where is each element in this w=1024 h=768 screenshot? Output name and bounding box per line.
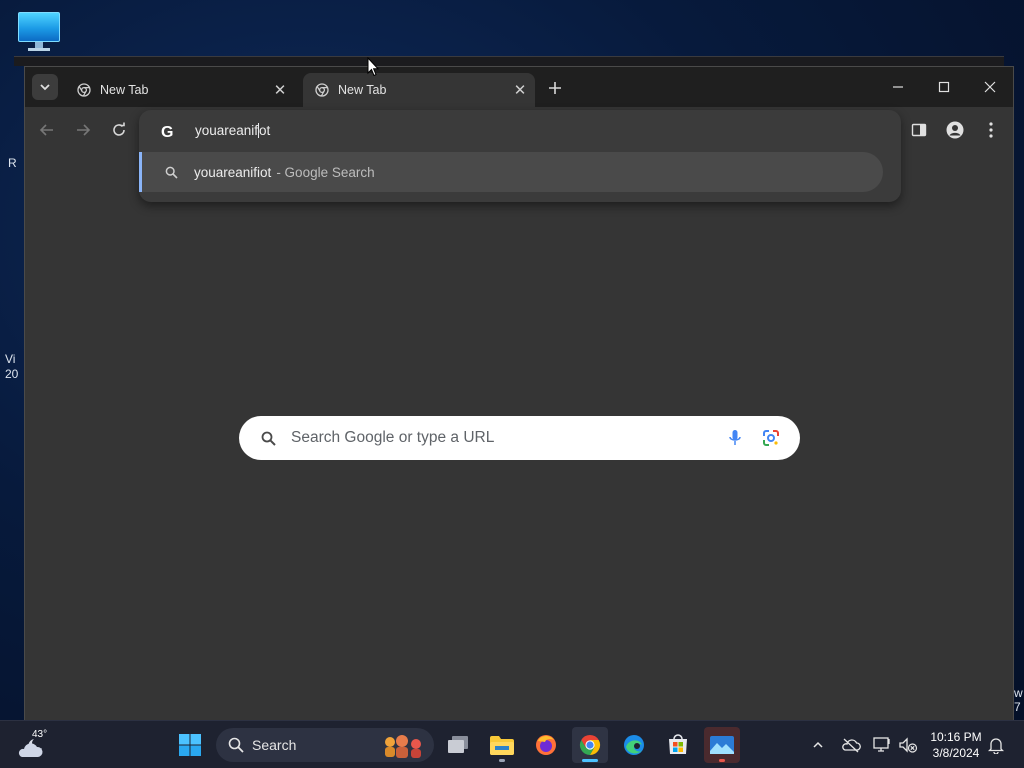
omnibox-suggestion-google-search[interactable]: youareanifiot - Google Search	[139, 152, 883, 192]
back-button[interactable]	[35, 118, 59, 142]
reload-button[interactable]	[107, 118, 131, 142]
show-hidden-icons-button[interactable]	[806, 733, 830, 757]
start-button[interactable]	[172, 727, 208, 763]
chrome-icon	[579, 734, 601, 756]
microphone-icon[interactable]	[724, 427, 746, 449]
task-view-icon	[448, 736, 468, 753]
chrome-favicon-icon	[315, 83, 329, 97]
tab-title: New Tab	[100, 83, 149, 97]
photos-icon	[710, 736, 734, 754]
desktop-clipped-text-2: Vi	[5, 352, 16, 366]
close-window-button[interactable]	[967, 67, 1013, 107]
monitor-network-icon	[873, 737, 890, 752]
onedrive-tray-icon[interactable]	[839, 733, 863, 757]
desktop-clipped-text-4: w	[1014, 686, 1023, 700]
maximize-button[interactable]	[921, 67, 967, 107]
close-tab-icon[interactable]: ✕	[511, 81, 529, 99]
taskbar-search-box[interactable]: Search	[216, 728, 434, 762]
taskbar-search-label: Search	[252, 737, 297, 753]
arrow-left-icon	[39, 124, 53, 136]
firefox-button[interactable]	[528, 727, 564, 763]
profile-button[interactable]	[943, 118, 967, 142]
google-lens-icon[interactable]	[760, 427, 782, 449]
desktop-clipped-text-3: 20	[5, 367, 19, 381]
plus-icon	[549, 82, 561, 94]
chevron-up-icon	[813, 741, 823, 748]
desktop-clipped-text-1: R	[8, 156, 17, 170]
side-panel-icon	[911, 123, 927, 137]
tab-strip: New Tab ✕ New Tab ✕	[25, 67, 1013, 107]
tab-search-button[interactable]	[32, 74, 58, 100]
cloud-offline-icon	[842, 738, 861, 753]
tab-title: New Tab	[338, 83, 387, 97]
this-pc-desktop-icon[interactable]	[16, 10, 62, 52]
store-icon	[669, 734, 687, 754]
google-g-icon: G	[161, 124, 174, 141]
running-indicator	[719, 759, 725, 762]
weather-temperature: 43°	[32, 729, 48, 740]
arrow-right-icon	[77, 124, 91, 136]
side-panel-button[interactable]	[907, 118, 931, 142]
search-icon	[259, 429, 277, 447]
search-highlight-people-icon	[385, 735, 421, 758]
edge-button[interactable]	[616, 727, 652, 763]
chrome-menu-button[interactable]	[979, 118, 1003, 142]
running-indicator	[499, 759, 505, 762]
forward-button[interactable]	[71, 118, 95, 142]
notifications-button[interactable]	[984, 733, 1008, 757]
taskbar-clock[interactable]: 10:16 PM 3/8/2024	[924, 729, 988, 761]
windows-logo-icon	[179, 734, 201, 756]
clock-time: 10:16 PM	[930, 730, 982, 744]
omnibox-dropdown: G youareanifot youareanifiot - Google Se…	[139, 110, 901, 202]
chrome-favicon-icon	[77, 83, 91, 97]
desktop-clipped-text-5: 7	[1014, 700, 1021, 714]
chevron-down-icon	[40, 84, 50, 91]
profile-icon	[946, 121, 964, 139]
network-tray-icon[interactable]	[870, 733, 894, 757]
clock-date: 3/8/2024	[932, 746, 980, 760]
chrome-window: New Tab ✕ New Tab ✕ G youareanifot youar…	[24, 66, 1014, 721]
chrome-button[interactable]	[572, 727, 608, 763]
close-icon	[984, 81, 996, 93]
minimize-button[interactable]	[875, 67, 921, 107]
new-tab-button[interactable]	[543, 76, 567, 100]
search-icon	[228, 737, 244, 753]
reload-icon	[113, 122, 125, 136]
windows-taskbar: 43° Search 10:16 PM 3/8/2024	[0, 720, 1024, 768]
ntp-search-box[interactable]: Search Google or type a URL	[239, 416, 800, 460]
tab-new-tab-2[interactable]: New Tab ✕	[303, 73, 535, 107]
edge-icon	[624, 735, 644, 755]
weather-widget[interactable]: 43°	[16, 729, 52, 761]
photos-app-button[interactable]	[704, 727, 740, 763]
volume-tray-icon[interactable]	[896, 733, 920, 757]
task-view-button[interactable]	[440, 727, 476, 763]
suggestion-suffix: - Google Search	[276, 164, 375, 180]
maximize-icon	[938, 81, 950, 93]
minimize-icon	[893, 86, 903, 88]
ntp-search-placeholder: Search Google or type a URL	[291, 429, 495, 446]
bell-icon	[988, 738, 1004, 754]
microsoft-store-button[interactable]	[660, 727, 696, 763]
suggestion-query: youareanifiot	[194, 164, 272, 180]
kebab-menu-icon	[989, 122, 993, 138]
active-indicator	[582, 759, 598, 762]
typed-text-after-caret: ot	[259, 123, 271, 139]
tab-new-tab-1[interactable]: New Tab ✕	[65, 73, 295, 107]
file-explorer-button[interactable]	[484, 727, 520, 763]
folder-icon	[490, 736, 514, 755]
volume-muted-icon	[899, 737, 918, 753]
search-icon	[162, 163, 180, 181]
close-tab-icon[interactable]: ✕	[271, 81, 289, 99]
typed-text-before-caret: youareanif	[195, 123, 259, 139]
background-window-edge	[14, 56, 1004, 66]
mouse-cursor-icon	[367, 57, 379, 77]
firefox-icon	[536, 735, 556, 755]
address-bar-input[interactable]: youareanifot	[195, 123, 270, 140]
